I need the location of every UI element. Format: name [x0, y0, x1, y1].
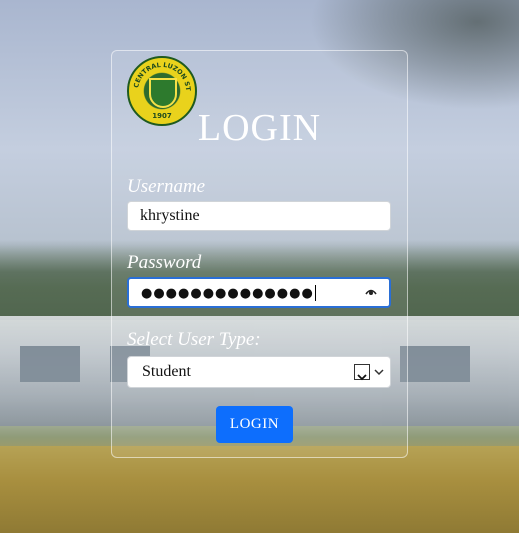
eye-icon[interactable] — [365, 288, 377, 296]
check-chevron-icon — [357, 374, 367, 381]
username-value: khrystine — [140, 207, 200, 224]
chevron-down-icon[interactable] — [373, 366, 385, 378]
usertype-selected-value: Student — [142, 363, 191, 380]
logo-shield-icon — [149, 78, 177, 108]
usertype-select[interactable]: Student — [127, 356, 391, 388]
background-field — [0, 446, 519, 533]
password-label: Password — [127, 252, 202, 273]
usertype-label: Select User Type: — [127, 329, 261, 350]
select-dropdown-box-icon[interactable] — [354, 364, 370, 381]
password-masked-value: ●●●●●●●●●●●●●● — [141, 286, 314, 301]
text-caret — [314, 285, 316, 302]
login-button[interactable]: LOGIN — [216, 406, 293, 443]
password-input[interactable]: ●●●●●●●●●●●●●● — [127, 277, 391, 308]
username-label: Username — [127, 176, 206, 197]
page-title: LOGIN — [197, 107, 322, 149]
username-input[interactable]: khrystine — [127, 201, 391, 231]
